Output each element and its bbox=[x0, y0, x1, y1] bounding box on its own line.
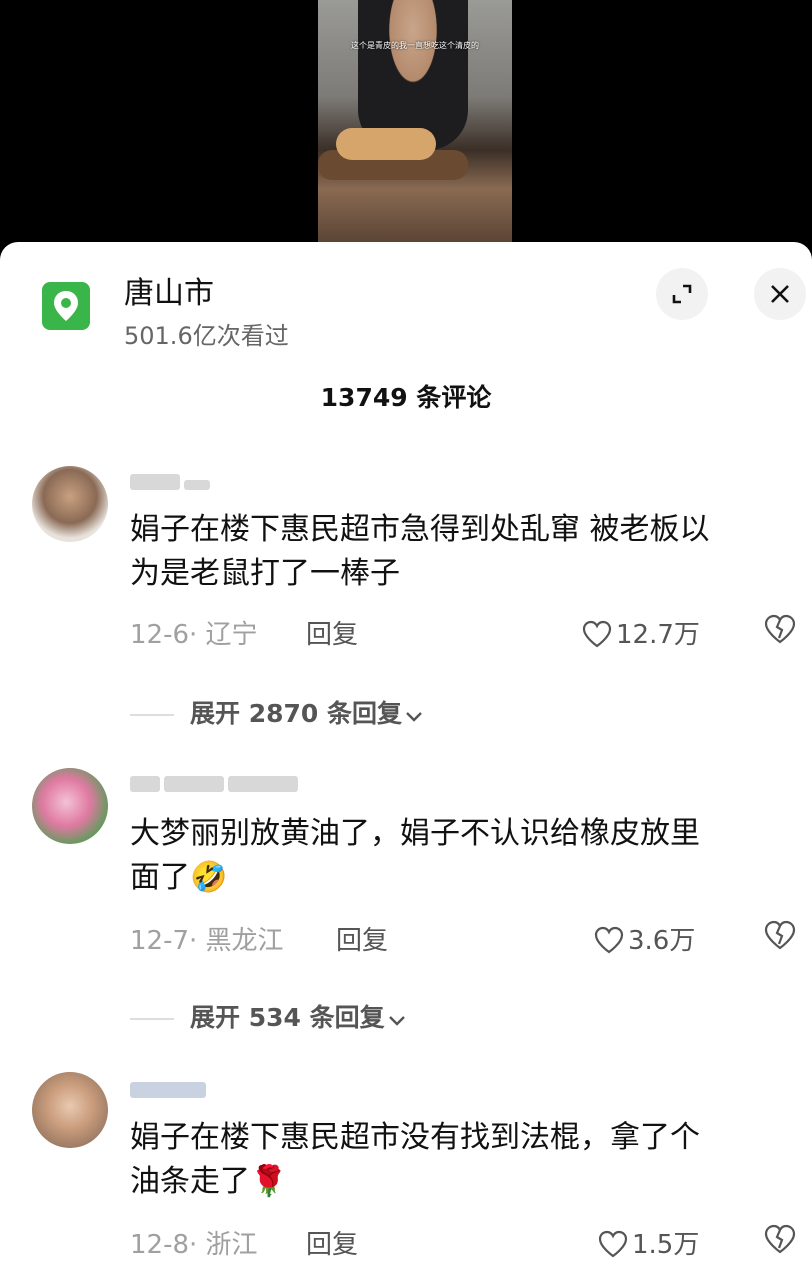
avatar[interactable] bbox=[32, 1072, 108, 1148]
like-button[interactable]: 3.6万 bbox=[594, 920, 695, 957]
expand-replies[interactable]: 展开 2870 条回复 bbox=[130, 694, 424, 730]
dislike-button[interactable] bbox=[764, 614, 796, 648]
reply-button[interactable]: 回复 bbox=[306, 1224, 358, 1261]
dislike-button[interactable] bbox=[764, 1224, 796, 1258]
comment-text: 大梦丽别放黄油了，娟子不认识给橡皮放里 面了🤣 bbox=[130, 816, 700, 895]
broken-heart-icon bbox=[764, 614, 796, 644]
video-player[interactable]: 这个是青皮的我一直想吃这个清皮的 bbox=[0, 0, 812, 242]
comment-date-region: 12-7· 黑龙江 bbox=[130, 926, 284, 956]
chevron-down-icon bbox=[388, 1016, 405, 1026]
rose-emoji-icon: 🌹 bbox=[250, 1164, 288, 1199]
comment-text: 娟子在楼下惠民超市没有找到法棍，拿了个 油条走了🌹 bbox=[130, 1120, 700, 1199]
broken-heart-icon bbox=[764, 920, 796, 950]
divider-line bbox=[130, 714, 174, 716]
like-count: 1.5万 bbox=[632, 1230, 700, 1260]
expand-button[interactable] bbox=[656, 268, 708, 320]
chevron-down-icon bbox=[406, 712, 422, 722]
close-button[interactable] bbox=[754, 268, 806, 320]
comment-text: 娟子在楼下惠民超市急得到处乱窜 被老板以 为是老鼠打了一棒子 bbox=[130, 512, 710, 591]
dislike-button[interactable] bbox=[764, 920, 796, 954]
like-count: 12.7万 bbox=[616, 620, 700, 650]
video-frame[interactable]: 这个是青皮的我一直想吃这个清皮的 bbox=[318, 0, 512, 242]
username-blurred[interactable] bbox=[130, 776, 302, 794]
heart-icon bbox=[594, 926, 624, 954]
username-blurred[interactable] bbox=[130, 474, 214, 492]
close-icon bbox=[771, 285, 789, 303]
comment-date-region: 12-8· 浙江 bbox=[130, 1230, 258, 1260]
comment-date-region: 12-6· 辽宁 bbox=[130, 620, 258, 650]
avatar[interactable] bbox=[32, 768, 108, 844]
comment-count: 13749 条评论 bbox=[320, 383, 492, 412]
video-caption: 这个是青皮的我一直想吃这个清皮的 bbox=[351, 41, 479, 50]
broken-heart-icon bbox=[764, 1224, 796, 1254]
username-blurred[interactable] bbox=[130, 1082, 210, 1100]
location-pin-icon bbox=[42, 282, 90, 330]
avatar[interactable] bbox=[32, 466, 108, 542]
heart-icon bbox=[582, 620, 612, 648]
location-title[interactable]: 唐山市 bbox=[124, 268, 214, 312]
heart-icon bbox=[598, 1230, 628, 1258]
laughing-emoji-icon: 🤣 bbox=[190, 860, 228, 895]
expand-icon bbox=[672, 284, 692, 304]
like-button[interactable]: 1.5万 bbox=[598, 1224, 699, 1261]
expand-replies[interactable]: 展开 534 条回复 bbox=[130, 998, 407, 1034]
divider-line bbox=[130, 1018, 174, 1020]
reply-button[interactable]: 回复 bbox=[306, 614, 358, 651]
like-count: 3.6万 bbox=[628, 926, 696, 956]
reply-button[interactable]: 回复 bbox=[336, 920, 388, 957]
location-views: 501.6亿次看过 bbox=[124, 322, 289, 350]
video-bread bbox=[336, 128, 436, 160]
like-button[interactable]: 12.7万 bbox=[582, 614, 700, 651]
